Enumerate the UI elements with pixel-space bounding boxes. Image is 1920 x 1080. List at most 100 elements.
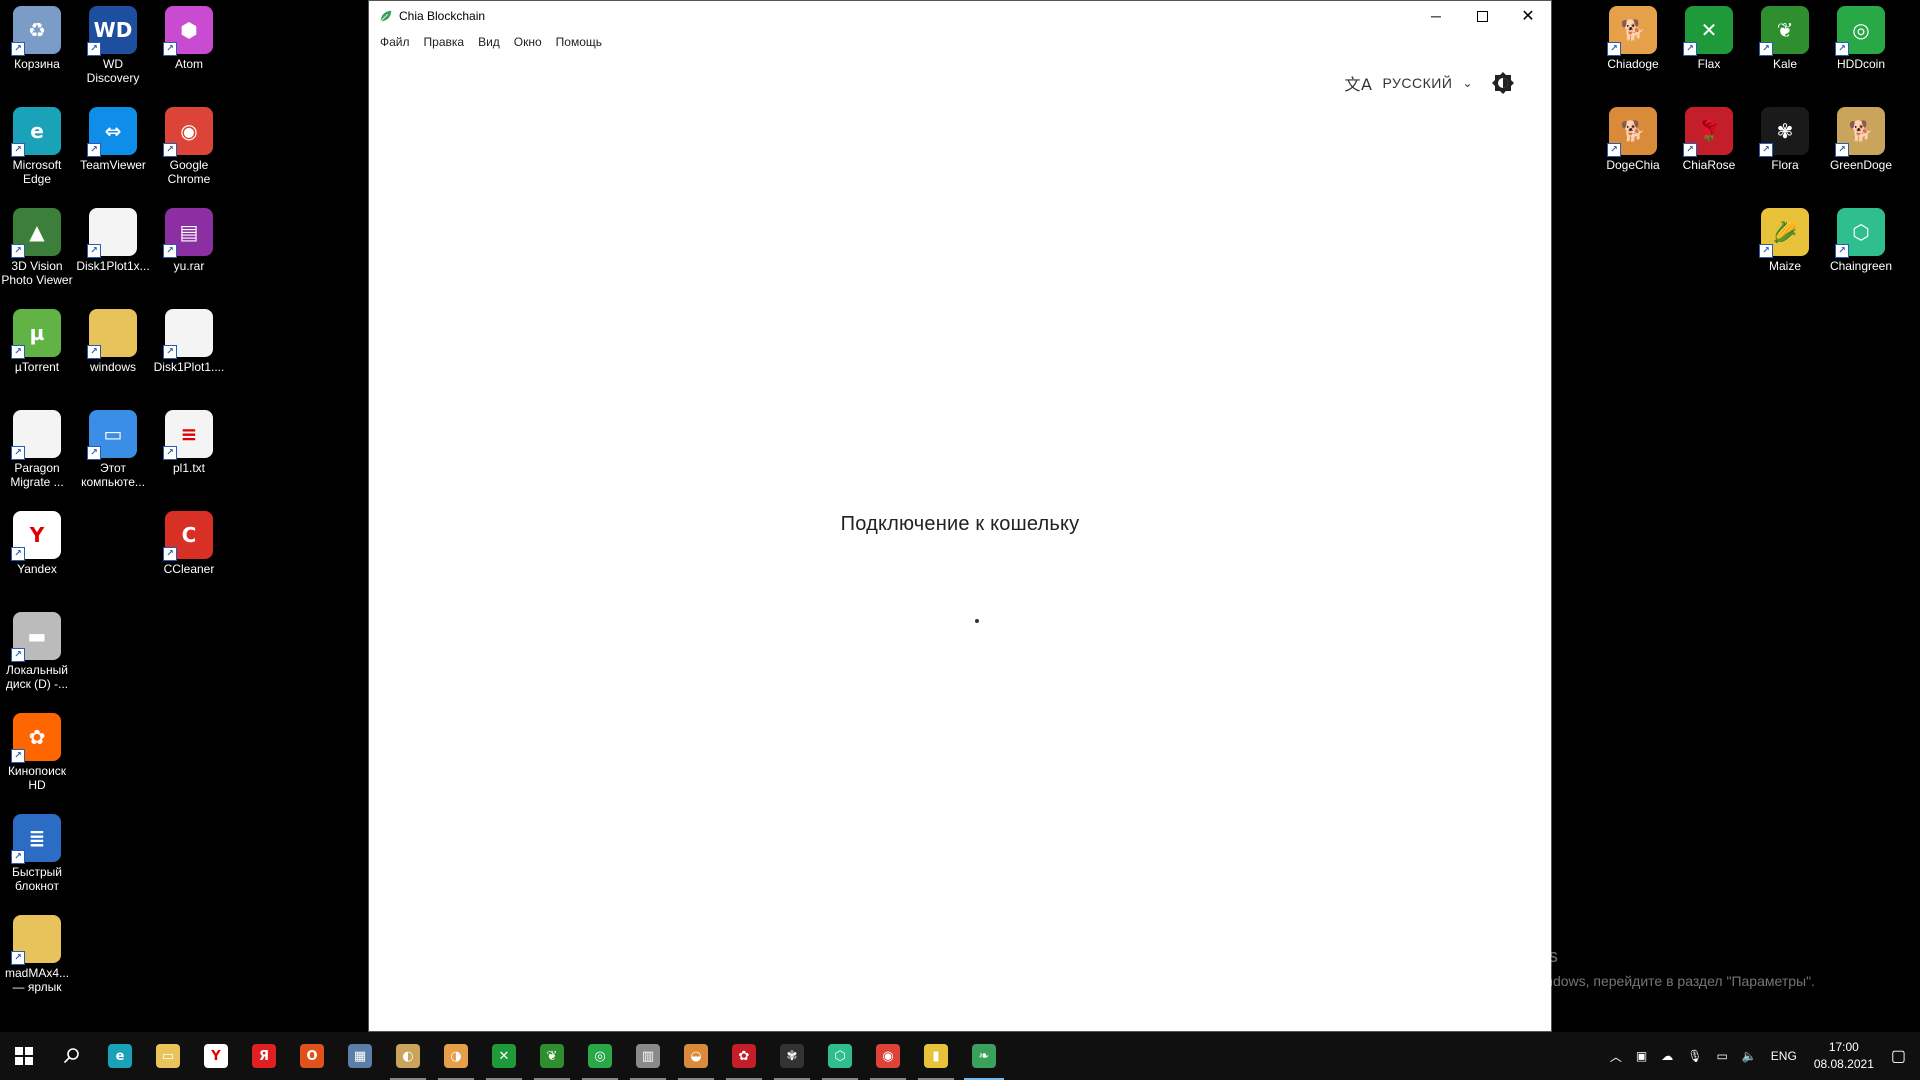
taskbar-yandex-browser-button[interactable]: Y xyxy=(192,1032,240,1080)
taskbar-chia-button[interactable]: ❧ xyxy=(960,1032,1008,1080)
shortcut-label: TeamViewer xyxy=(80,158,146,172)
language-label: РУССКИЙ xyxy=(1382,75,1453,91)
desktop_left-shortcut[interactable]: WD ↗ WD Discovery xyxy=(76,0,150,96)
taskbar-hddcoin-button[interactable]: ◎ xyxy=(576,1032,624,1080)
app-content: 文A РУССКИЙ ⌄ Подключение к кошельку xyxy=(369,53,1551,1031)
chiarose-icon: 🌹 ↗ xyxy=(1683,107,1733,157)
desktop_right-shortcut[interactable]: ✾ ↗ Flora xyxy=(1748,101,1822,197)
taskbar-dogechia-icon: ◒ xyxy=(684,1044,708,1068)
taskbar-greendoge-button[interactable]: ◐ xyxy=(384,1032,432,1080)
taskbar-chiadoge-button[interactable]: ◑ xyxy=(432,1032,480,1080)
document-icon: ↗ xyxy=(163,309,213,359)
desktop_left-shortcut[interactable]: µ ↗ µTorrent xyxy=(0,303,74,399)
taskbar-calculator-button[interactable]: ▦ xyxy=(336,1032,384,1080)
language-selector[interactable]: 文A РУССКИЙ ⌄ xyxy=(1345,71,1473,95)
title-bar[interactable]: Chia Blockchain ─ ✕ xyxy=(369,1,1551,31)
shortcut-arrow-icon: ↗ xyxy=(163,42,177,56)
desktop_right-shortcut[interactable]: 🌹 ↗ ChiaRose xyxy=(1672,101,1746,197)
taskbar-chaingreen-icon: ⬡ xyxy=(828,1044,852,1068)
search-button[interactable] xyxy=(48,1032,96,1080)
desktop_left-shortcut[interactable]: ↗ madMAx4... — ярлык xyxy=(0,909,74,1005)
shortcut-arrow-icon: ↗ xyxy=(1759,42,1773,56)
close-button[interactable]: ✕ xyxy=(1505,1,1551,31)
taskbar-edge-button[interactable]: e xyxy=(96,1032,144,1080)
desktop_right-shortcut[interactable]: ❦ ↗ Kale xyxy=(1748,0,1822,96)
desktop_right-shortcut[interactable]: 🐕 ↗ Chiadoge xyxy=(1596,0,1670,96)
maximize-button[interactable] xyxy=(1459,1,1505,31)
desktop_left-shortcut[interactable]: ▲ ↗ 3D Vision Photo Viewer xyxy=(0,202,74,298)
taskbar-yandex-button[interactable]: Я xyxy=(240,1032,288,1080)
theme-toggle-icon[interactable] xyxy=(1491,71,1515,95)
desktop_left-shortcut[interactable]: ≡ ↗ pl1.txt xyxy=(152,404,226,500)
shortcut-label: pl1.txt xyxy=(172,461,205,475)
tray-overflow-icon[interactable]: ︿ xyxy=(1610,1048,1622,1065)
desktop_left-shortcut[interactable]: C ↗ CCleaner xyxy=(152,505,226,601)
taskbar-app-grey-button[interactable]: ▥ xyxy=(624,1032,672,1080)
desktop_left-shortcut[interactable]: ↗ Disk1Plot1.... xyxy=(152,303,226,399)
taskbar-office-button[interactable]: O xyxy=(288,1032,336,1080)
desktop_left-shortcut[interactable]: ▤ ↗ yu.rar xyxy=(152,202,226,298)
start-button[interactable] xyxy=(0,1032,48,1080)
desktop_right-shortcut[interactable]: 🐕 ↗ GreenDoge xyxy=(1824,101,1898,197)
menu-help[interactable]: Помощь xyxy=(549,35,609,49)
wd-discovery-icon: WD ↗ xyxy=(87,6,137,56)
menu-file[interactable]: Файл xyxy=(373,35,417,49)
shortcut-label: Этот компьюте... xyxy=(81,461,145,489)
loading-spinner xyxy=(975,619,979,623)
shortcut-label: Kale xyxy=(1772,57,1798,71)
maximize-icon xyxy=(1476,10,1488,22)
desktop_left-shortcut[interactable]: ↗ windows xyxy=(76,303,150,399)
flora-icon: ✾ ↗ xyxy=(1759,107,1809,157)
network-icon[interactable]: ▭ xyxy=(1717,1049,1728,1063)
shortcut-arrow-icon: ↗ xyxy=(11,749,25,763)
taskbar-maize-button[interactable]: ▮ xyxy=(912,1032,960,1080)
desktop_left-shortcut[interactable]: ▭ ↗ Этот компьюте... xyxy=(76,404,150,500)
desktop_left-shortcut[interactable]: ▬ ↗ Локальный диск (D) -... xyxy=(0,606,74,702)
shortcut-arrow-icon: ↗ xyxy=(1683,143,1697,157)
taskbar-flax-button[interactable]: ✕ xyxy=(480,1032,528,1080)
desktop_left-shortcut[interactable]: ↗ Disk1Plot1x... xyxy=(76,202,150,298)
dogechia-icon: 🐕 ↗ xyxy=(1607,107,1657,157)
desktop_left-shortcut[interactable]: ⬢ ↗ Atom xyxy=(152,0,226,96)
shortcut-arrow-icon: ↗ xyxy=(163,143,177,157)
menu-edit[interactable]: Правка xyxy=(417,35,472,49)
desktop_left-shortcut[interactable]: ♻ ↗ Корзина xyxy=(0,0,74,96)
menu-window[interactable]: Окно xyxy=(507,35,549,49)
clock[interactable]: 17:00 08.08.2021 xyxy=(1814,1039,1874,1073)
input-language[interactable]: ENG xyxy=(1771,1049,1797,1063)
taskbar-chrome-button[interactable]: ◉ xyxy=(864,1032,912,1080)
taskbar-chiarose-button[interactable]: ✿ xyxy=(720,1032,768,1080)
taskbar-kale-icon: ❦ xyxy=(540,1044,564,1068)
kale-icon: ❦ ↗ xyxy=(1759,6,1809,56)
shortcut-arrow-icon: ↗ xyxy=(1759,143,1773,157)
desktop_left-shortcut[interactable]: ⇔ ↗ TeamViewer xyxy=(76,101,150,197)
desktop_right-shortcut[interactable]: ✕ ↗ Flax xyxy=(1672,0,1746,96)
greendoge-icon: 🐕 ↗ xyxy=(1835,107,1885,157)
taskbar-explorer-button[interactable]: ▭ xyxy=(144,1032,192,1080)
taskbar-chaingreen-button[interactable]: ⬡ xyxy=(816,1032,864,1080)
desktop_right-shortcut[interactable]: ◎ ↗ HDDcoin xyxy=(1824,0,1898,96)
desktop_right-shortcut[interactable]: 🌽 ↗ Maize xyxy=(1748,202,1822,298)
volume-icon[interactable]: 🔈 xyxy=(1742,1049,1757,1063)
notifications-icon[interactable]: ▢ xyxy=(1891,1046,1906,1066)
taskbar-kale-button[interactable]: ❦ xyxy=(528,1032,576,1080)
microphone-icon[interactable]: 🎙 xyxy=(1687,1049,1702,1063)
onedrive-icon[interactable]: ☁ xyxy=(1661,1049,1673,1063)
desktop_left-shortcut[interactable]: e ↗ Microsoft Edge xyxy=(0,101,74,197)
menu-view[interactable]: Вид xyxy=(471,35,507,49)
meet-now-icon[interactable]: ▣ xyxy=(1636,1049,1647,1063)
desktop_left-shortcut[interactable]: ↗ Paragon Migrate ... xyxy=(0,404,74,500)
desktop_right-shortcut[interactable]: 🐕 ↗ DogeChia xyxy=(1596,101,1670,197)
desktop_left-shortcut[interactable]: Y ↗ Yandex xyxy=(0,505,74,601)
taskbar-flora-button[interactable]: ✾ xyxy=(768,1032,816,1080)
ccleaner-icon: C ↗ xyxy=(163,511,213,561)
desktop_left-shortcut[interactable]: ◉ ↗ Google Chrome xyxy=(152,101,226,197)
desktop_left-shortcut[interactable]: ≣ ↗ Быстрый блокнот xyxy=(0,808,74,904)
minimize-button[interactable]: ─ xyxy=(1413,1,1459,31)
shortcut-label: Paragon Migrate ... xyxy=(10,461,64,489)
shortcut-label: madMAx4... — ярлык xyxy=(4,966,70,994)
taskbar-dogechia-button[interactable]: ◒ xyxy=(672,1032,720,1080)
desktop_right-shortcut[interactable]: ⬡ ↗ Chaingreen xyxy=(1824,202,1898,298)
shortcut-arrow-icon: ↗ xyxy=(87,345,101,359)
desktop_left-shortcut[interactable]: ✿ ↗ Кинопоиск HD xyxy=(0,707,74,803)
